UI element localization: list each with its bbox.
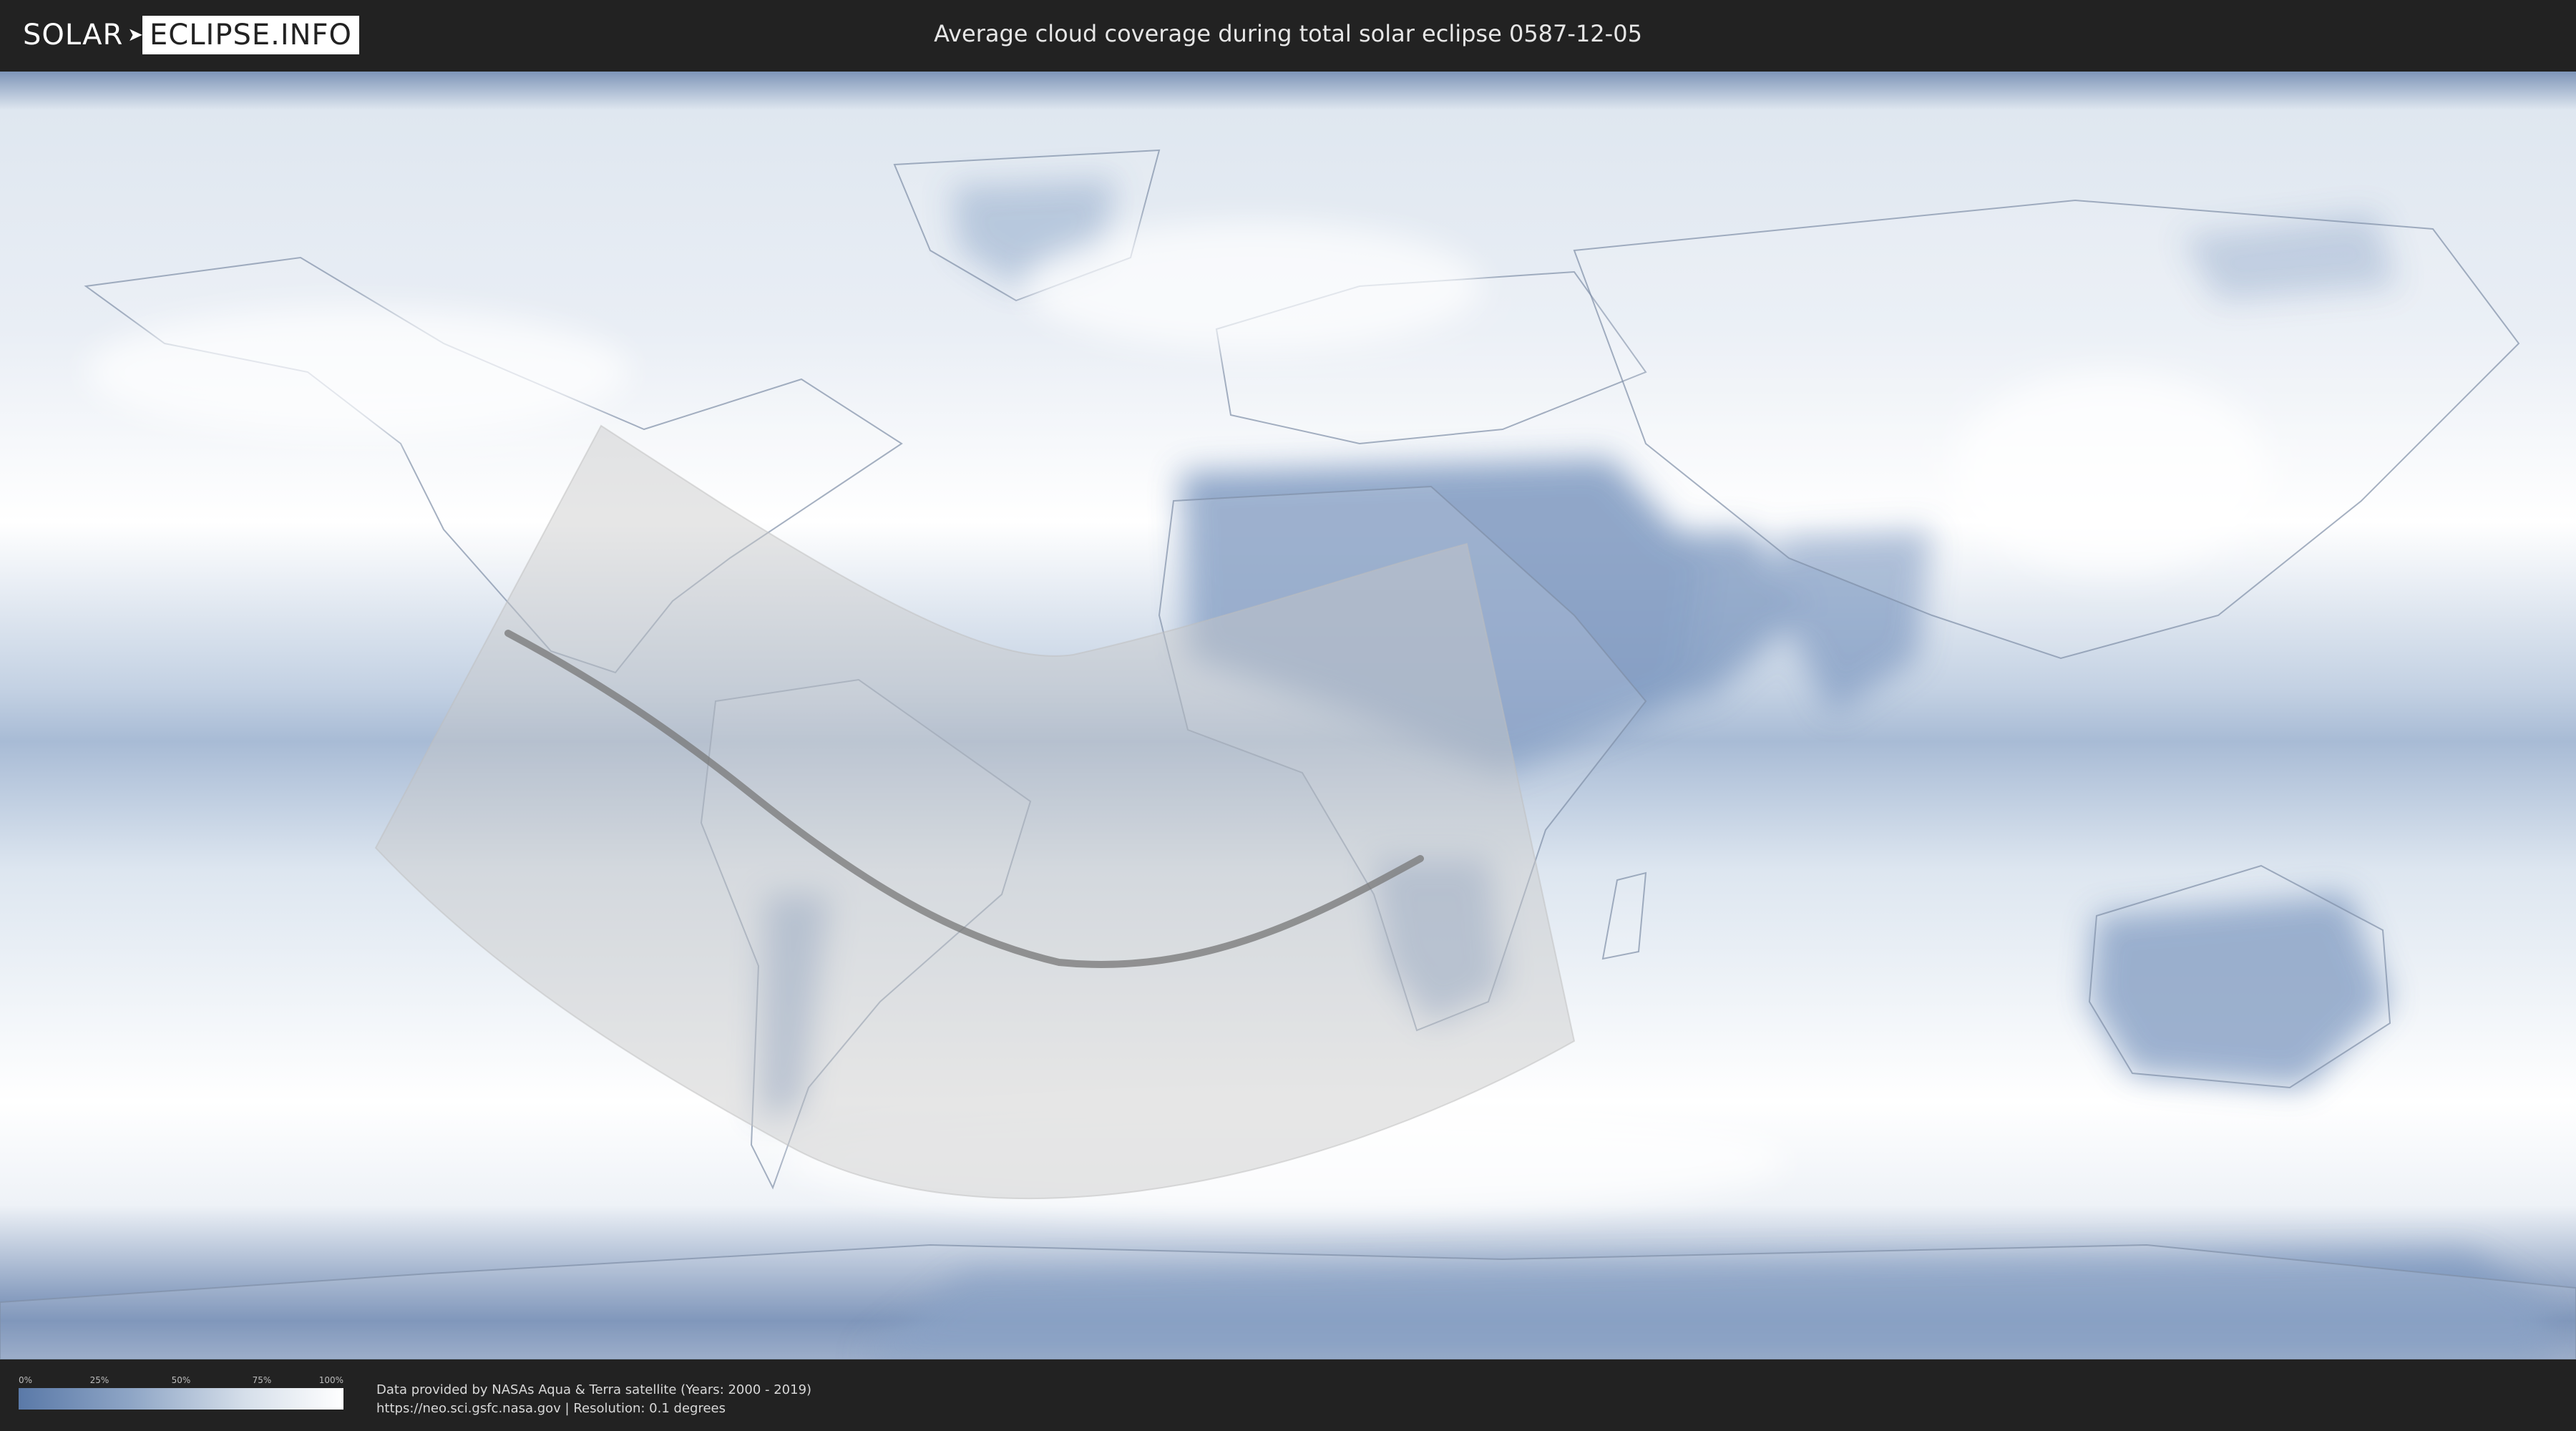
- header-bar: SOLAR ➤ ECLIPSE.INFO Average cloud cover…: [0, 0, 2576, 72]
- legend-tick-75: 75%: [252, 1375, 272, 1385]
- footer-bar: 0% 25% 50% 75% 100% Data provided by NAS…: [0, 1359, 2576, 1431]
- legend-color-bar: [19, 1388, 343, 1410]
- credits-line-source: Data provided by NASAs Aqua & Terra sate…: [376, 1382, 812, 1397]
- legend-ticks: 0% 25% 50% 75% 100%: [19, 1375, 343, 1388]
- legend-tick-25: 25%: [89, 1375, 109, 1385]
- cloud-north-pacific: [86, 308, 630, 436]
- legend-tick-50: 50%: [171, 1375, 191, 1385]
- cloud-coverage-legend: 0% 25% 50% 75% 100%: [19, 1375, 343, 1410]
- cloud-north-atlantic: [1023, 222, 1481, 351]
- data-credits: Data provided by NASAs Aqua & Terra sate…: [376, 1381, 811, 1418]
- page-title: Average cloud coverage during total sola…: [934, 20, 1642, 47]
- legend-tick-0: 0%: [19, 1375, 33, 1385]
- cloud-coverage-map[interactable]: [0, 72, 2576, 1359]
- cloud-east-asia: [1953, 372, 2268, 572]
- credits-line-url[interactable]: https://neo.sci.gsfc.nasa.gov | Resoluti…: [376, 1400, 811, 1418]
- legend-tick-100: 100%: [318, 1375, 343, 1385]
